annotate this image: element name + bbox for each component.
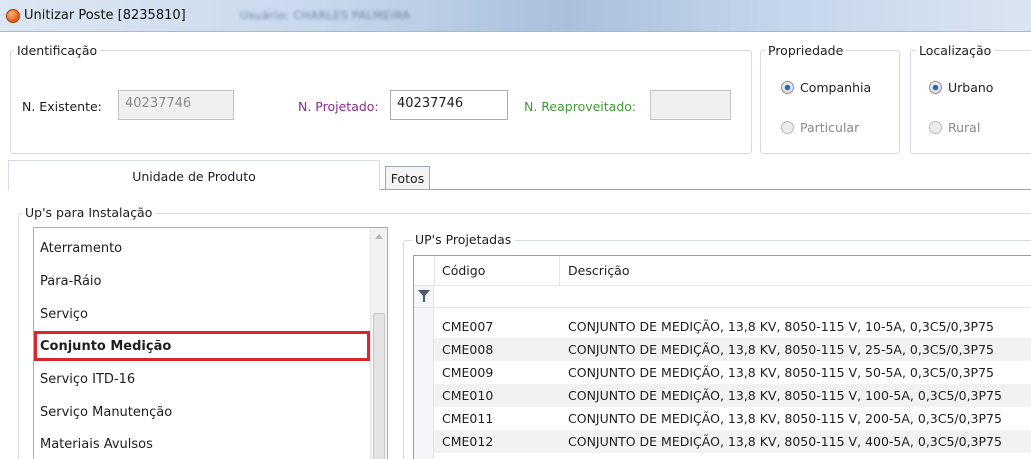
cell-codigo: CME011	[442, 411, 494, 426]
radio-checked-icon	[781, 81, 794, 94]
projetadas-legend: UP's Projetadas	[412, 232, 515, 247]
title-bar[interactable]: Unitizar Poste [8235810] Usuário: CHARLE…	[0, 0, 1031, 32]
scroll-thumb[interactable]	[373, 313, 385, 459]
app-icon	[6, 9, 20, 23]
list-item-conjunto-medicao[interactable]: Conjunto Medição	[34, 331, 370, 361]
projetado-label: N. Projetado:	[298, 99, 379, 114]
projetadas-grid[interactable]: Código Descrição CME007 CONJUNTO DE MEDI…	[413, 255, 1031, 459]
cell-descricao: CONJUNTO DE MEDIÇÃO, 13,8 KV, 8050-115 V…	[568, 342, 995, 357]
radio-particular[interactable]: Particular	[781, 120, 859, 135]
column-separator	[559, 256, 560, 286]
filter-icon-stem	[423, 296, 425, 302]
table-row[interactable]: CME008 CONJUNTO DE MEDIÇÃO, 13,8 KV, 805…	[434, 338, 1031, 361]
radio-checked-icon	[929, 81, 942, 94]
projetado-field[interactable]: 40237746	[390, 90, 508, 120]
radio-urbano[interactable]: Urbano	[929, 80, 993, 95]
table-row[interactable]: CME011 CONJUNTO DE MEDIÇÃO, 13,8 KV, 805…	[434, 407, 1031, 430]
propriedade-legend: Propriedade	[765, 43, 847, 58]
tab-strip-border	[380, 189, 1031, 190]
radio-unchecked-icon	[781, 121, 794, 134]
table-row[interactable]: CME009 CONJUNTO DE MEDIÇÃO, 13,8 KV, 805…	[434, 361, 1031, 384]
cell-descricao: CONJUNTO DE MEDIÇÃO, 13,8 KV, 8050-115 V…	[568, 434, 1002, 449]
table-row[interactable]: CME007 CONJUNTO DE MEDIÇÃO, 13,8 KV, 805…	[434, 315, 1031, 338]
column-separator	[434, 256, 435, 286]
cell-descricao: CONJUNTO DE MEDIÇÃO, 13,8 KV, 8050-115 V…	[568, 319, 995, 334]
radio-companhia-label: Companhia	[800, 80, 872, 95]
list-item-materiais-avulsos[interactable]: Materiais Avulsos	[34, 429, 370, 459]
cell-codigo: CME012	[442, 434, 494, 449]
existente-field[interactable]: 40237746	[118, 90, 234, 120]
cell-codigo: CME009	[442, 365, 494, 380]
radio-particular-label: Particular	[800, 120, 860, 135]
list-item-servico-itd-16[interactable]: Serviço ITD-16	[34, 364, 370, 394]
instalacao-listbox[interactable]: Aterramento Para-Ráio Serviço Conjunto M…	[33, 227, 388, 459]
column-header-codigo[interactable]: Código	[442, 263, 485, 278]
cell-descricao: CONJUNTO DE MEDIÇÃO, 13,8 KV, 8050-115 V…	[568, 365, 995, 380]
listbox-scrollbar[interactable]	[370, 228, 387, 459]
identificacao-legend: Identificação	[14, 43, 101, 58]
reaproveitado-label: N. Reaproveitado:	[524, 99, 637, 114]
window-title-blurred-user: Usuário: CHARLES PALMEIRA	[240, 9, 411, 22]
window-title: Unitizar Poste [8235810]	[24, 8, 186, 23]
localizacao-group	[910, 50, 1031, 154]
filter-row[interactable]	[414, 286, 1031, 308]
list-item-para-raio[interactable]: Para-Ráio	[34, 266, 370, 296]
scroll-up-arrow-icon[interactable]	[375, 234, 383, 239]
radio-companhia[interactable]: Companhia	[781, 80, 871, 95]
propriedade-group	[760, 50, 900, 154]
reaproveitado-field[interactable]	[650, 90, 731, 120]
list-item-servico[interactable]: Serviço	[34, 299, 370, 329]
existente-label: N. Existente:	[22, 99, 102, 114]
radio-urbano-label: Urbano	[948, 80, 994, 95]
cell-codigo: CME010	[442, 388, 494, 403]
tab-fotos[interactable]: Fotos	[385, 166, 430, 190]
radio-rural[interactable]: Rural	[929, 120, 980, 135]
list-item-servico-manutencao[interactable]: Serviço Manutenção	[34, 397, 370, 427]
instalacao-legend: Up's para Instalação	[22, 205, 156, 220]
radio-unchecked-icon	[929, 121, 942, 134]
radio-rural-label: Rural	[948, 120, 981, 135]
grid-header: Código Descrição	[414, 256, 1031, 286]
localizacao-legend: Localização	[916, 43, 995, 58]
tab-unidade-de-produto[interactable]: Unidade de Produto	[8, 160, 380, 190]
cell-codigo: CME007	[442, 319, 494, 334]
table-row[interactable]: CME012 CONJUNTO DE MEDIÇÃO, 13,8 KV, 805…	[434, 430, 1031, 453]
column-header-descricao[interactable]: Descrição	[568, 263, 630, 278]
cell-descricao: CONJUNTO DE MEDIÇÃO, 13,8 KV, 8050-115 V…	[568, 388, 1002, 403]
cell-descricao: CONJUNTO DE MEDIÇÃO, 13,8 KV, 8050-115 V…	[568, 411, 1002, 426]
table-row[interactable]: CME010 CONJUNTO DE MEDIÇÃO, 13,8 KV, 805…	[434, 384, 1031, 407]
cell-codigo: CME008	[442, 342, 494, 357]
list-item-aterramento[interactable]: Aterramento	[34, 233, 370, 263]
